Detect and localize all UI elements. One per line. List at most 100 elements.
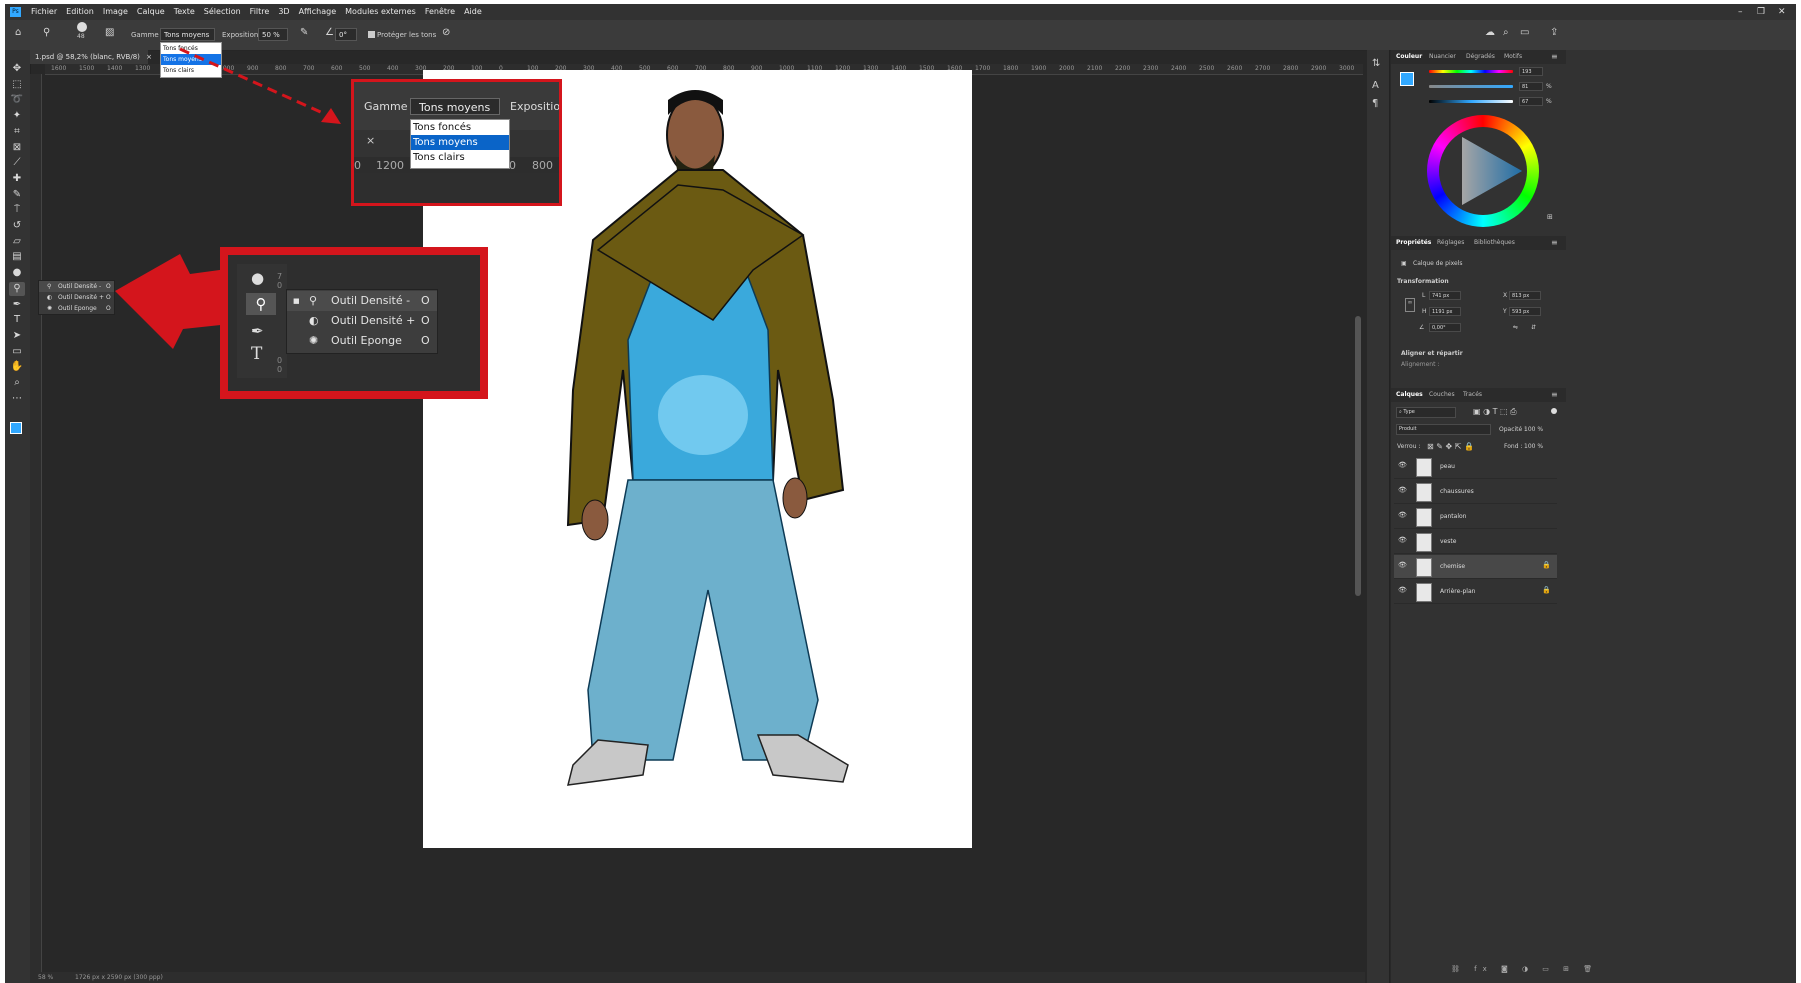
y-input[interactable]: 593 px [1509,307,1541,316]
visibility-eye-icon[interactable]: 👁 [1398,486,1407,494]
callout-option-mid[interactable]: Tons moyens [411,135,509,150]
callout-ruler-label: 800 [532,159,553,172]
s-value[interactable]: 81 [1519,82,1543,91]
panel-menu-icon[interactable]: ≡ [1551,390,1558,399]
panel-menu-icon[interactable]: ≡ [1551,238,1558,247]
tab-color[interactable]: Couleur [1396,50,1422,64]
blend-mode-select[interactable]: Produit [1396,424,1491,435]
dodge-tool-icon[interactable]: ⚲ [246,293,276,315]
layer-name: veste [1440,538,1457,545]
saturation-slider[interactable] [1429,85,1513,88]
height-input[interactable]: 1191 px [1429,307,1461,316]
tab-adjustments[interactable]: Réglages [1437,236,1464,250]
expand-icon[interactable]: ⊞ [1547,213,1553,221]
callout-flyout-label: Outil Eponge [331,334,402,347]
l-value[interactable]: 67 [1519,97,1543,106]
width-input[interactable]: 741 px [1429,291,1461,300]
visibility-eye-icon[interactable]: 👁 [1398,561,1407,569]
layer-row[interactable]: 👁 pantalon [1394,505,1557,529]
filter-icons[interactable]: ▣ ◑ T ⬚ ⎙ [1473,407,1517,417]
layer-filter-select[interactable]: ⌕ Type [1396,407,1456,418]
callout-range-dropdown: Tons foncés Tons moyens Tons clairs [410,119,510,169]
align-header[interactable]: Aligner et répartir [1401,350,1463,357]
callout-range-select[interactable]: Tons moyens [410,98,500,115]
tab-gradients[interactable]: Dégradés [1466,50,1495,64]
layer-row[interactable]: 👁 chaussures [1394,480,1557,504]
visibility-eye-icon[interactable]: 👁 [1398,461,1407,469]
callout-option-light[interactable]: Tons clairs [411,150,509,165]
paragraph-panel-icon[interactable]: ¶ [1372,98,1378,109]
tab-patterns[interactable]: Motifs [1504,50,1522,64]
callout-flyout-dodge[interactable]: ◐ Outil Densité + O [287,311,437,331]
callout-ruler-label: 0 [509,159,516,172]
callout-ruler-digit: 0 [277,281,283,290]
burn-icon: ⚲ [309,294,318,307]
layer-row[interactable]: 👁 veste [1394,530,1557,554]
lightness-slider[interactable] [1429,100,1513,103]
transform-header[interactable]: Transformation [1397,278,1449,285]
filter-toggle[interactable] [1551,408,1557,414]
color-triangle[interactable] [1427,115,1539,227]
x-label: X [1503,292,1508,299]
character-panel-icon[interactable]: A [1372,80,1379,91]
foreground-swatch[interactable] [1400,72,1414,86]
callout-flyout-key: O [421,314,430,327]
callout-ruler-digit: 0 [277,365,283,374]
callout-ruler-label: 1200 [376,159,404,172]
callout-flyout-sponge[interactable]: ✺ Outil Eponge O [287,331,437,351]
callout-flyout: ■ ⚲ Outil Densité - O ◐ Outil Densité + … [286,289,438,354]
type-tool-icon[interactable]: T [251,344,262,364]
layer-thumbnail [1416,508,1432,527]
layer-thumbnail [1416,458,1432,477]
align-sub: Alignement : [1401,361,1440,368]
sponge-icon: ✺ [309,334,319,347]
layer-thumbnail [1416,558,1432,577]
lock-icon: 🔒 [1542,561,1551,569]
dashed-arrow-head [321,108,341,124]
color-wheel[interactable] [1427,115,1539,227]
tab-layers[interactable]: Calques [1396,388,1423,402]
x-input[interactable]: 813 px [1509,291,1541,300]
hue-slider[interactable] [1429,70,1513,73]
visibility-eye-icon[interactable]: 👁 [1398,586,1407,594]
y-label: Y [1503,308,1507,315]
callout-close-icon[interactable]: × [366,134,375,147]
visibility-eye-icon[interactable]: 👁 [1398,536,1407,544]
tab-swatches[interactable]: Nuancier [1429,50,1456,64]
tab-libraries[interactable]: Bibliothèques [1474,236,1515,250]
layer-row[interactable]: 👁 peau [1394,455,1557,479]
callout-gamme-label: Gamme : [364,100,415,113]
layer-footer-icons[interactable]: ⛓ fx ◙ ◑ ▭ ⊞ 🗑 [1451,965,1598,973]
layers-panel-tabs: Calques Couches Tracés [1391,388,1566,402]
layer-row[interactable]: 👁 chemise 🔒 [1394,555,1557,579]
visibility-eye-icon[interactable]: 👁 [1398,511,1407,519]
callout-flyout-burn[interactable]: ■ ⚲ Outil Densité - O [287,291,437,311]
range-callout: Gamme : Tons moyens Exposition × 0 1200 … [351,79,562,206]
lock-icons[interactable]: ⊠ ✎ ✥ ⇱ 🔒 [1427,442,1474,451]
callout-ruler-digit: 0 [277,356,283,365]
l-unit: % [1546,98,1552,105]
layer-name: pantalon [1440,513,1467,520]
flip-horizontal-icon[interactable]: ⇋ [1513,324,1518,331]
tab-paths[interactable]: Tracés [1463,388,1482,402]
h-value[interactable]: 193 [1519,67,1543,76]
opacity-input[interactable]: 100 % [1524,426,1543,433]
link-icon[interactable]: ∞ [1405,298,1415,312]
opacity-label: Opacité : [1499,426,1527,433]
callout-option-dark[interactable]: Tons foncés [411,120,509,135]
layer-name: peau [1440,463,1455,470]
layer-name: chaussures [1440,488,1474,495]
history-panel-icon[interactable]: ⇅ [1372,58,1380,69]
callout-flyout-key: O [421,294,430,307]
angle-input[interactable]: 0,00° [1429,323,1461,332]
fill-input[interactable]: 100 % [1524,443,1543,450]
flip-vertical-icon[interactable]: ⇵ [1531,324,1536,331]
layers-list: 👁 peau 👁 chaussures 👁 pantalon 👁 veste 👁 chemise 🔒… [1391,455,1566,615]
callout-ruler-label: 0 [354,159,361,172]
pen-icon[interactable]: ✒ [251,322,264,340]
callout-flyout-label: Outil Densité - [331,294,411,307]
tab-channels[interactable]: Couches [1429,388,1455,402]
panel-menu-icon[interactable]: ≡ [1551,52,1558,61]
tab-properties[interactable]: Propriétés [1396,236,1431,250]
layer-row[interactable]: 👁 Arrière-plan 🔒 [1394,580,1557,604]
